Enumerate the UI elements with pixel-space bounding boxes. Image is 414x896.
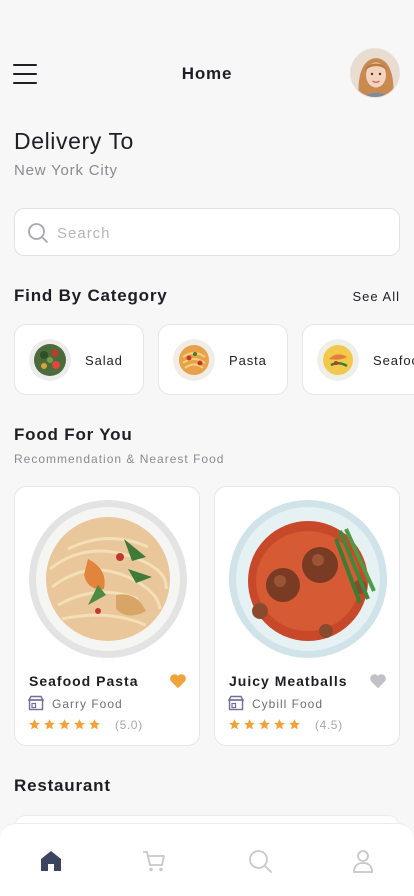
star-icon xyxy=(244,719,255,730)
store-icon xyxy=(28,695,44,711)
category-label: Salad xyxy=(85,353,123,368)
star-icon xyxy=(44,719,55,730)
search-input[interactable] xyxy=(57,219,377,247)
food-section-title: Food For You xyxy=(14,425,133,444)
star-rating xyxy=(28,718,101,732)
seafood-icon xyxy=(317,339,359,381)
star-icon xyxy=(274,719,285,730)
category-list: Salad Pasta Seafood xyxy=(14,324,414,396)
category-card-seafood[interactable]: Seafood xyxy=(302,324,414,395)
heart-icon[interactable] xyxy=(369,673,387,689)
store-icon xyxy=(228,695,244,711)
delivery-label: Delivery To xyxy=(14,128,134,154)
profile-icon[interactable] xyxy=(350,848,376,874)
star-rating xyxy=(228,718,301,732)
seafood-pasta-image xyxy=(29,500,187,658)
restaurant-name: Garry Food xyxy=(52,697,123,711)
food-card-seafood-pasta[interactable]: Seafood Pasta Garry Food (5.0) xyxy=(14,486,200,746)
category-label: Pasta xyxy=(229,353,267,368)
food-section-subtitle: Recommendation & Nearest Food xyxy=(14,452,225,466)
cart-icon[interactable] xyxy=(141,848,167,874)
search-bar[interactable] xyxy=(14,208,400,256)
search-icon xyxy=(28,223,48,243)
star-icon xyxy=(59,719,70,730)
heart-icon[interactable] xyxy=(169,673,187,689)
food-card-juicy-meatballs[interactable]: Juicy Meatballs Cybill Food (4.5) xyxy=(214,486,400,746)
see-all-link[interactable]: See All xyxy=(353,289,400,304)
category-label: Seafood xyxy=(373,353,414,368)
star-icon xyxy=(259,719,270,730)
rating-value: (4.5) xyxy=(315,718,343,732)
bottom-nav xyxy=(0,823,414,896)
delivery-city[interactable]: New York City xyxy=(14,162,118,179)
category-card-pasta[interactable]: Pasta xyxy=(158,324,288,395)
star-icon xyxy=(229,719,240,730)
category-card-salad[interactable]: Salad xyxy=(14,324,144,395)
category-section-title: Find By Category xyxy=(14,286,168,305)
rating-value: (5.0) xyxy=(115,718,143,732)
food-name: Juicy Meatballs xyxy=(229,673,348,689)
food-name: Seafood Pasta xyxy=(29,673,139,689)
juicy-meatballs-image xyxy=(229,500,387,658)
restaurant-name: Cybill Food xyxy=(252,697,324,711)
star-icon xyxy=(89,719,100,730)
restaurant-section-title: Restaurant xyxy=(14,776,111,795)
home-icon[interactable] xyxy=(38,848,64,874)
star-icon xyxy=(289,719,300,730)
app-header: Home xyxy=(0,44,414,104)
star-icon xyxy=(29,719,40,730)
search-nav-icon[interactable] xyxy=(247,848,273,874)
salad-icon xyxy=(29,339,71,381)
star-icon xyxy=(74,719,85,730)
pasta-icon xyxy=(173,339,215,381)
avatar[interactable] xyxy=(350,48,400,98)
